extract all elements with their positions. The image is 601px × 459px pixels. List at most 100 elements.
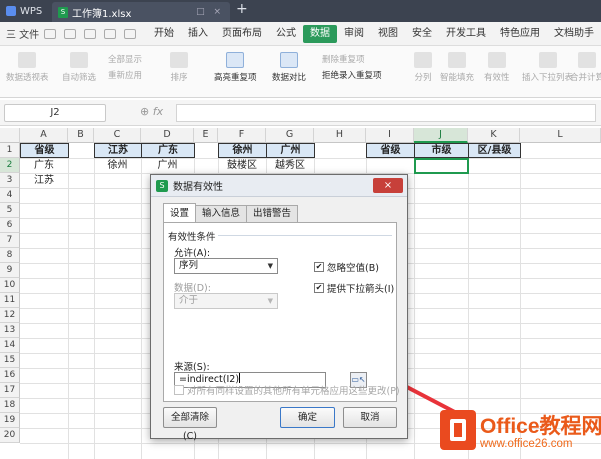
row-header-8[interactable]: 8 bbox=[0, 248, 20, 263]
row-header-17[interactable]: 17 bbox=[0, 383, 20, 398]
column-header-e[interactable]: E bbox=[194, 128, 218, 143]
ignore-blank-checkbox[interactable]: ✔ 忽略空值(B) bbox=[314, 260, 379, 274]
tab-error-alert[interactable]: 出错警告 bbox=[246, 205, 299, 222]
file-menu[interactable]: 三 文件 bbox=[6, 26, 39, 41]
data-select[interactable]: 介于 ▼ bbox=[174, 293, 278, 309]
sort-button[interactable]: 排序 bbox=[170, 52, 188, 83]
cell-d1[interactable]: 广东 bbox=[141, 143, 195, 158]
ok-button[interactable]: 确定 bbox=[280, 407, 335, 428]
validity-button[interactable]: 有效性 bbox=[484, 52, 510, 83]
column-header-a[interactable]: A bbox=[20, 128, 68, 143]
fx-icon[interactable]: fx bbox=[153, 105, 163, 118]
row-header-10[interactable]: 10 bbox=[0, 278, 20, 293]
row-header-15[interactable]: 15 bbox=[0, 353, 20, 368]
column-header-h[interactable]: H bbox=[314, 128, 366, 143]
row-header-3[interactable]: 3 bbox=[0, 173, 20, 188]
row-header-7[interactable]: 7 bbox=[0, 233, 20, 248]
reject-duplicates-button[interactable]: 拒绝录入重复项 bbox=[322, 68, 382, 84]
insert-dropdown-button[interactable]: 插入下拉列表 bbox=[522, 52, 573, 83]
menu-tab-home[interactable]: 开始 bbox=[147, 25, 181, 43]
tab-close-icon[interactable]: □ × bbox=[196, 7, 224, 17]
name-box[interactable]: J2 bbox=[4, 104, 106, 122]
column-header-b[interactable]: B bbox=[68, 128, 94, 143]
watermark-url: www.office26.com bbox=[480, 438, 573, 450]
save-icon[interactable] bbox=[44, 28, 57, 39]
auto-filter-button[interactable]: 自动筛选 bbox=[62, 52, 96, 83]
active-cell-j2[interactable] bbox=[414, 158, 469, 174]
column-header-d[interactable]: D bbox=[141, 128, 194, 143]
row-header-1[interactable]: 1 bbox=[0, 143, 20, 158]
provide-dropdown-checkbox[interactable]: ✔ 提供下拉箭头(I) bbox=[314, 281, 394, 295]
menu-tab-developer[interactable]: 开发工具 bbox=[439, 25, 493, 43]
tab-settings[interactable]: 设置 bbox=[163, 203, 197, 222]
cell-a3[interactable]: 江苏 bbox=[20, 173, 68, 188]
apply-all-checkbox[interactable]: 对所有同样设置的其他所有单元格应用这些更改(P) bbox=[174, 383, 400, 397]
row-header-12[interactable]: 12 bbox=[0, 308, 20, 323]
highlight-duplicates-button[interactable]: 高亮重复项 bbox=[214, 52, 257, 83]
cell-a2[interactable]: 广东 bbox=[20, 158, 68, 173]
column-header-g[interactable]: G bbox=[266, 128, 314, 143]
menu-tab-view[interactable]: 视图 bbox=[371, 25, 405, 43]
column-header-f[interactable]: F bbox=[218, 128, 266, 143]
row-header-4[interactable]: 4 bbox=[0, 188, 20, 203]
row-header-5[interactable]: 5 bbox=[0, 203, 20, 218]
row-header-18[interactable]: 18 bbox=[0, 398, 20, 413]
cell-c1[interactable]: 江苏 bbox=[94, 143, 142, 158]
tab-input-message[interactable]: 输入信息 bbox=[195, 205, 248, 222]
row-header-9[interactable]: 9 bbox=[0, 263, 20, 278]
row-header-6[interactable]: 6 bbox=[0, 218, 20, 233]
menu-tab-data[interactable]: 数据 bbox=[303, 24, 337, 43]
menu-tab-review[interactable]: 审阅 bbox=[337, 25, 371, 43]
cell-f1[interactable]: 徐州 bbox=[218, 143, 267, 158]
cancel-button[interactable]: 取消 bbox=[343, 407, 397, 428]
menu-tab-security[interactable]: 安全 bbox=[405, 25, 439, 43]
remove-duplicates-button[interactable]: 删除重复项 bbox=[322, 52, 382, 68]
pivot-table-button[interactable]: 数据透视表 bbox=[6, 52, 49, 83]
row-header-20[interactable]: 20 bbox=[0, 428, 20, 443]
column-header-i[interactable]: I bbox=[366, 128, 414, 143]
reapply-button[interactable]: 重新应用 bbox=[108, 68, 142, 84]
consolidate-button[interactable]: 合并计算 bbox=[570, 52, 601, 83]
menu-tab-features[interactable]: 特色应用 bbox=[493, 25, 547, 43]
cell-c2[interactable]: 徐州 bbox=[94, 158, 141, 173]
preview-icon[interactable] bbox=[84, 28, 97, 39]
close-button[interactable]: × bbox=[373, 178, 403, 193]
column-header-c[interactable]: C bbox=[94, 128, 141, 143]
cell-g2[interactable]: 越秀区 bbox=[266, 158, 314, 173]
menu-tab-doc-assistant[interactable]: 文档助手 bbox=[547, 25, 601, 43]
allow-select[interactable]: 序列 ▼ bbox=[174, 258, 278, 274]
cell-d2[interactable]: 广州 bbox=[141, 158, 194, 173]
formula-input[interactable] bbox=[176, 104, 596, 122]
column-header-j[interactable]: J bbox=[414, 128, 468, 143]
row-header-16[interactable]: 16 bbox=[0, 368, 20, 383]
document-tab[interactable]: S 工作簿1.xlsx □ × bbox=[52, 2, 230, 22]
cell-g1[interactable]: 广州 bbox=[266, 143, 315, 158]
menu-tab-formulas[interactable]: 公式 bbox=[269, 25, 303, 43]
smart-fill-button[interactable]: 智能填充 bbox=[440, 52, 474, 83]
cell-j1[interactable]: 市级 bbox=[414, 143, 469, 158]
cell-a1[interactable]: 省级 bbox=[20, 143, 69, 158]
clear-all-button[interactable]: 全部清除(C) bbox=[163, 407, 217, 442]
redo-icon[interactable] bbox=[124, 28, 137, 39]
show-all-button[interactable]: 全部显示 bbox=[108, 52, 142, 68]
menu-tab-page-layout[interactable]: 页面布局 bbox=[215, 25, 269, 43]
row-header-14[interactable]: 14 bbox=[0, 338, 20, 353]
row-header-19[interactable]: 19 bbox=[0, 413, 20, 428]
menu-tab-insert[interactable]: 插入 bbox=[181, 25, 215, 43]
print-icon[interactable] bbox=[64, 28, 77, 39]
gridline bbox=[94, 143, 95, 459]
text-to-columns-button[interactable]: 分列 bbox=[414, 52, 432, 83]
column-header-l[interactable]: L bbox=[520, 128, 601, 143]
undo-icon[interactable] bbox=[104, 28, 117, 39]
row-header-11[interactable]: 11 bbox=[0, 293, 20, 308]
cell-i1[interactable]: 省级 bbox=[366, 143, 415, 158]
wps-home-tab[interactable]: WPS bbox=[0, 0, 50, 22]
new-tab-button[interactable]: + bbox=[236, 1, 248, 17]
column-header-k[interactable]: K bbox=[468, 128, 520, 143]
row-header-13[interactable]: 13 bbox=[0, 323, 20, 338]
data-compare-button[interactable]: 数据对比 bbox=[272, 52, 306, 83]
cell-f2[interactable]: 鼓楼区 bbox=[218, 158, 266, 173]
cell-k1[interactable]: 区/县级 bbox=[468, 143, 521, 158]
row-header-2[interactable]: 2 bbox=[0, 158, 20, 173]
select-all-corner[interactable] bbox=[0, 128, 20, 143]
